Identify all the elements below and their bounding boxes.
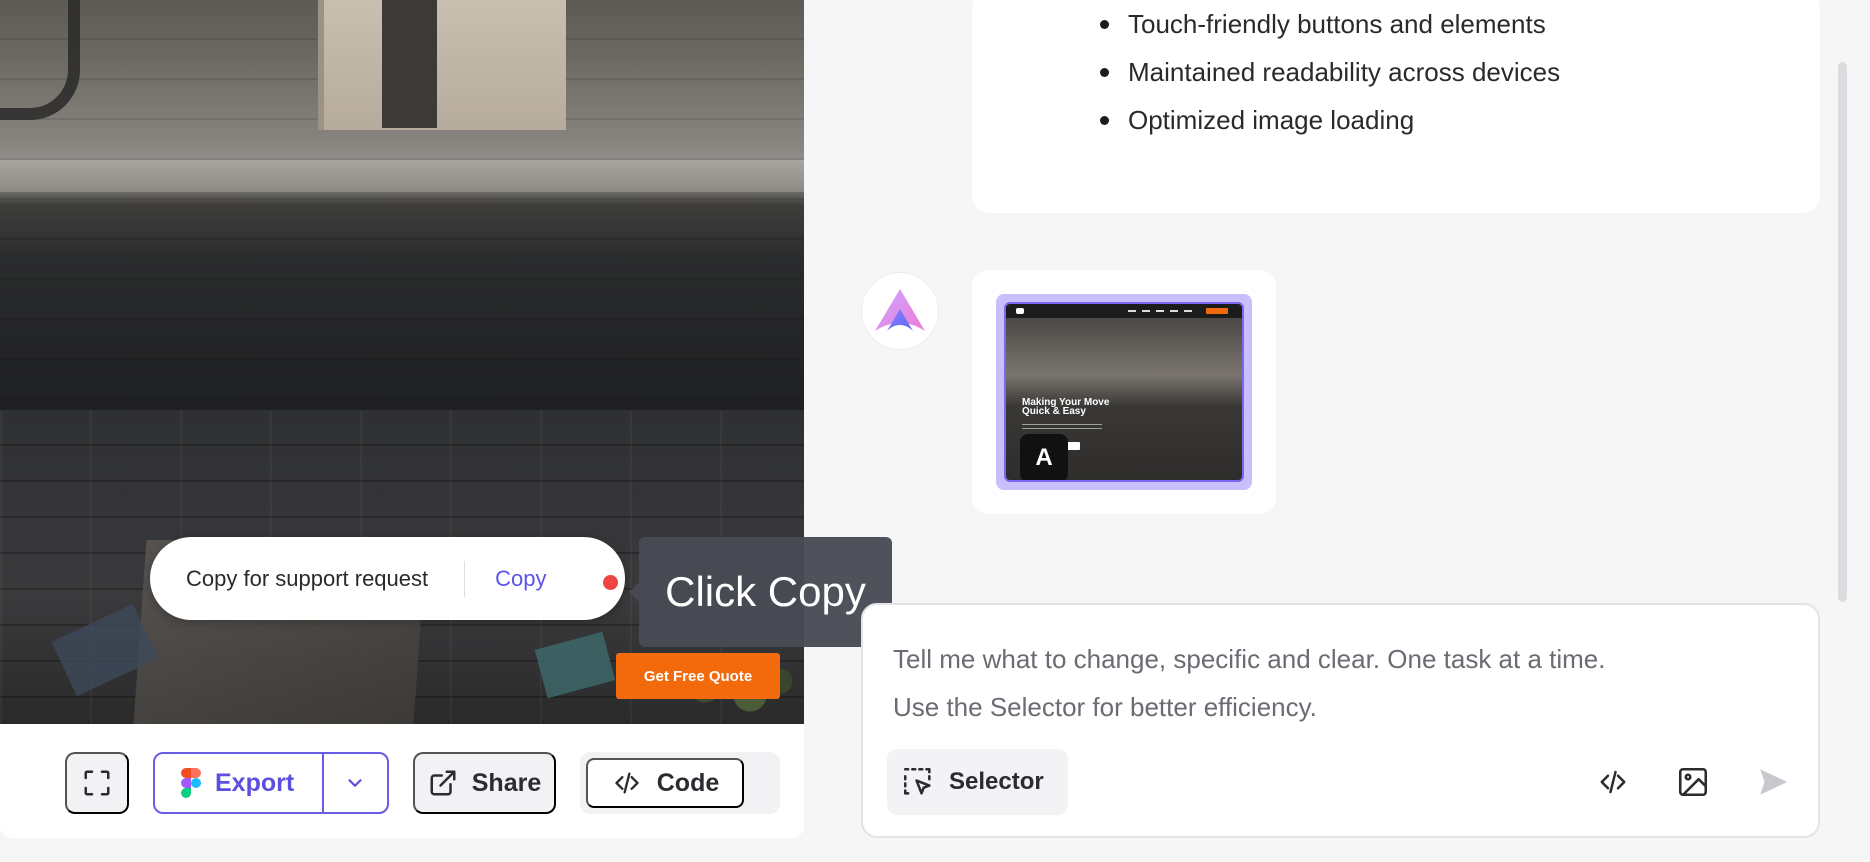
image-icon <box>1678 767 1708 797</box>
copy-support-popup: Copy for support request Copy <box>150 537 625 620</box>
list-item: Touch-friendly buttons and elements <box>1100 0 1560 48</box>
list-item: Maintained readability across devices <box>1100 48 1560 96</box>
export-button[interactable]: Export <box>155 754 324 812</box>
fullscreen-button[interactable] <box>65 752 129 814</box>
chevron-down-icon <box>348 779 362 787</box>
selector-label: Selector <box>949 768 1044 795</box>
preview-shelf <box>0 160 804 192</box>
selector-button[interactable]: Selector <box>887 749 1068 815</box>
assistant-message-card: Touch-friendly buttons and elements Main… <box>972 0 1820 213</box>
thumbnail-badge: A <box>1020 434 1068 480</box>
message-composer[interactable]: Tell me what to change, specific and cle… <box>861 603 1820 838</box>
send-button[interactable] <box>1748 757 1798 807</box>
composer-input[interactable]: Tell me what to change, specific and cle… <box>893 635 1753 731</box>
copy-button[interactable]: Copy <box>495 566 546 592</box>
thumbnail-logo <box>1016 308 1024 314</box>
selector-icon <box>903 767 931 795</box>
share-button[interactable]: Share <box>413 752 556 814</box>
insert-code-button[interactable] <box>1588 757 1638 807</box>
thumbnail-image: Making Your Move Quick & Easy A <box>1004 302 1244 482</box>
app-logo-icon <box>875 289 925 331</box>
code-label: Code <box>656 768 720 797</box>
code-icon <box>615 772 639 794</box>
preview-box-image <box>318 0 566 130</box>
share-label: Share <box>471 768 542 797</box>
preview-bag-image <box>0 0 80 120</box>
thumbnail-subtext <box>1022 424 1102 432</box>
thumbnail-headline: Making Your Move Quick & Easy <box>1022 398 1109 417</box>
preview-thumbnail-card[interactable]: Making Your Move Quick & Easy A <box>972 270 1276 514</box>
export-label: Export <box>215 768 295 797</box>
composer-placeholder-line: Use the Selector for better efficiency. <box>893 692 1317 722</box>
code-icon <box>1600 770 1626 794</box>
external-link-icon <box>430 770 456 796</box>
thumbnail-nav <box>1128 310 1198 312</box>
export-dropdown-toggle[interactable] <box>324 754 387 812</box>
preview-toolbar: Export Share Code <box>0 724 804 838</box>
attach-image-button[interactable] <box>1668 757 1718 807</box>
list-item: Optimized image loading <box>1100 96 1560 144</box>
thumbnail-nav-cta <box>1206 308 1228 314</box>
export-button-group: Export <box>153 752 389 814</box>
assistant-avatar <box>861 272 939 350</box>
get-free-quote-button[interactable]: Get Free Quote <box>616 653 780 699</box>
thumbnail-frame: Making Your Move Quick & Easy A <box>996 294 1252 490</box>
chat-scrollbar[interactable] <box>1838 62 1847 602</box>
copy-support-label: Copy for support request <box>186 565 429 591</box>
code-button[interactable]: Code <box>586 758 744 808</box>
feature-list: Touch-friendly buttons and elements Main… <box>1100 0 1560 144</box>
fullscreen-icon <box>84 770 110 796</box>
send-icon <box>1760 769 1788 795</box>
popup-divider <box>464 560 466 597</box>
composer-placeholder-line: Tell me what to change, specific and cle… <box>893 644 1606 674</box>
instruction-tooltip: Click Copy <box>629 537 892 647</box>
thumbnail-headline-line: Quick & Easy <box>1022 406 1086 417</box>
pointer-indicator <box>603 575 618 590</box>
code-toggle-group: Code <box>580 752 780 814</box>
figma-icon <box>181 768 201 798</box>
